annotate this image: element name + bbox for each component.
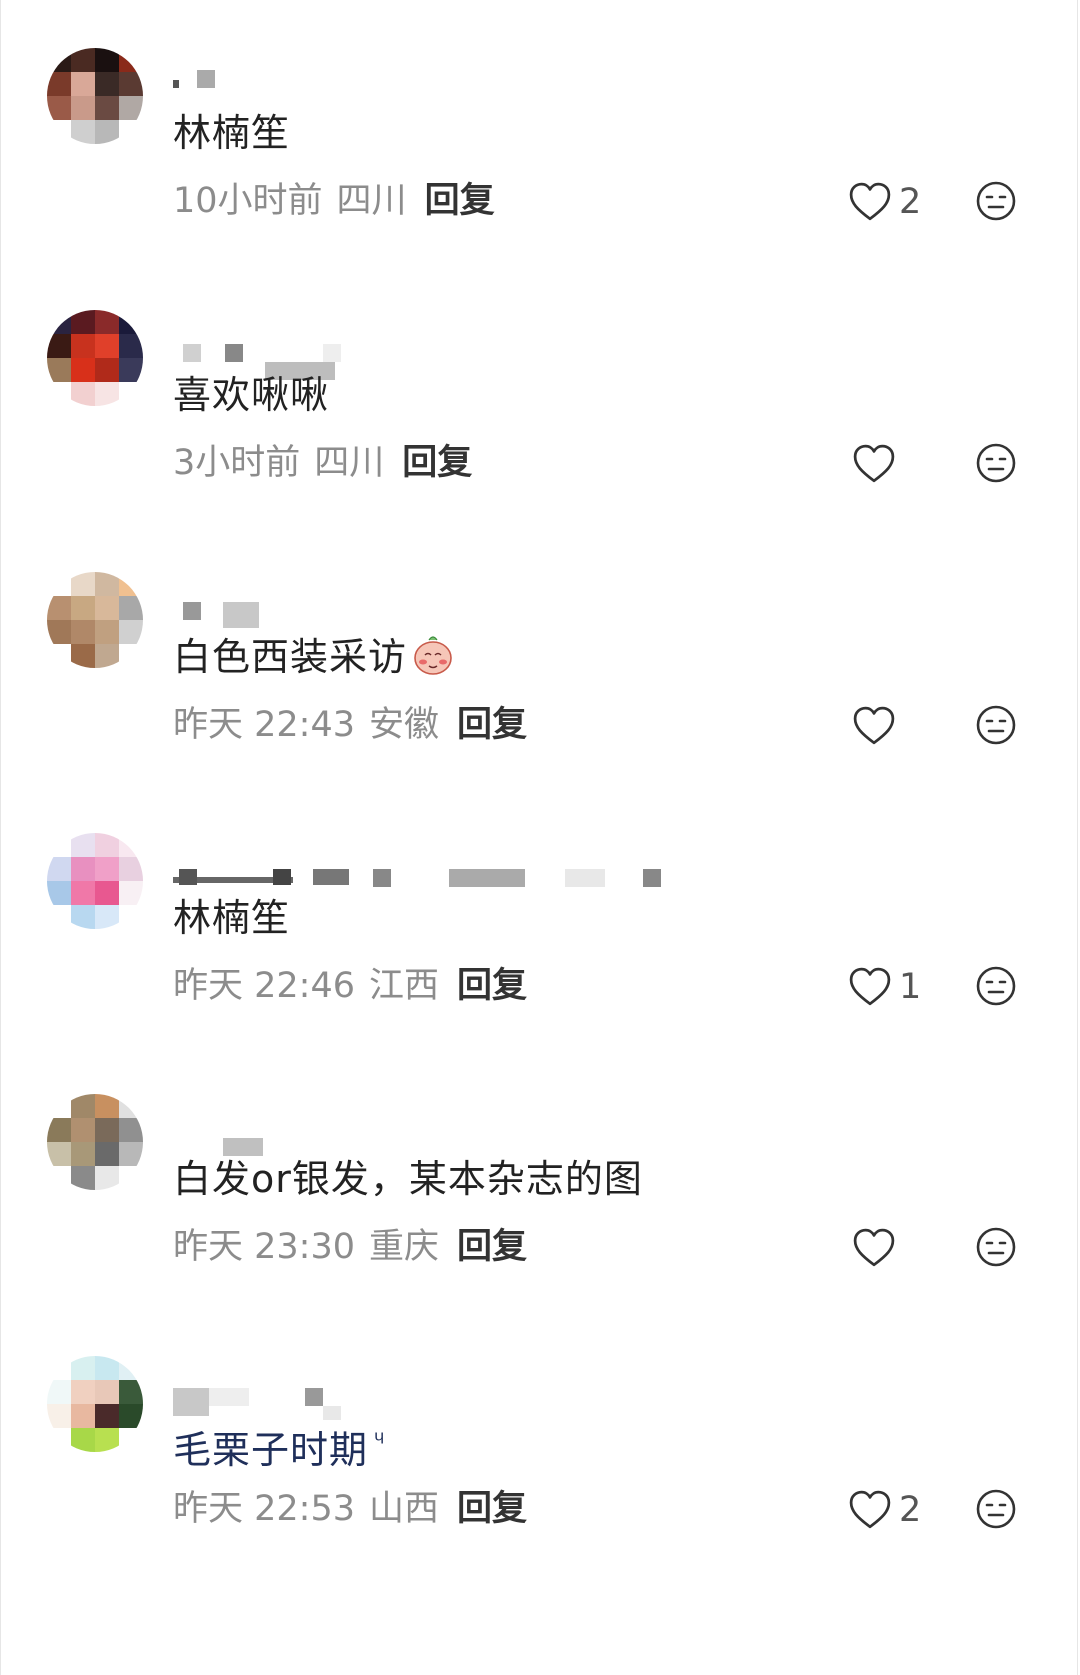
comment-text: 白发or银发，某本杂志的图 [173,1157,643,1201]
comment-item: 喜欢啾啾 3小时前 四川 回复 [1,310,1077,560]
comment-region: 重庆 [369,1227,440,1267]
neutral-face-icon[interactable] [975,180,1017,222]
comment-item: 毛栗子时期 ᶣ 昨天 22:53 山西 回复 2 [1,1356,1077,1606]
heart-outline-icon [853,444,895,483]
username-redacted[interactable] [173,594,733,628]
avatar[interactable] [47,1094,143,1190]
heart-outline-icon [853,1228,895,1267]
comment-time: 昨天 23:30 [173,1227,355,1267]
comment-region: 四川 [336,181,407,221]
reply-button[interactable]: 回复 [457,966,527,1006]
neutral-face-icon[interactable] [975,965,1017,1007]
username-redacted[interactable] [173,855,733,887]
username-redacted[interactable] [173,1378,733,1420]
avatar[interactable] [47,1356,143,1452]
like-count: 1 [899,967,922,1007]
reply-button[interactable]: 回复 [402,443,472,483]
reply-button[interactable]: 回复 [457,1489,527,1529]
like-button[interactable] [853,1226,903,1270]
like-button[interactable]: 2 [849,180,921,224]
comment-meta: 昨天 22:53 山西 回复 [173,1486,527,1532]
avatar[interactable] [47,833,143,929]
heart-outline-icon [849,967,891,1006]
heart-outline-icon [849,182,891,221]
like-button[interactable] [853,704,903,748]
comment-text: 毛栗子时期 ᶣ [173,1426,386,1472]
comment-meta: 3小时前 四川 回复 [173,440,472,486]
reply-button[interactable]: 回复 [457,1227,527,1267]
heart-outline-icon [849,1490,891,1529]
comment-item: 白色西装采访 昨天 22:43 安徽 回复 [1,572,1077,822]
reply-button[interactable]: 回复 [425,181,495,221]
comment-time: 昨天 22:43 [173,705,355,745]
username-redacted[interactable] [173,70,733,98]
comment-text: 白色西装采访 [173,632,455,682]
comment-region: 江西 [369,966,440,1006]
blushing-peach-sticker [414,636,452,675]
trailing-mark: ᶣ [374,1426,386,1456]
comment-item: 林楠笙 昨天 22:46 江西 回复 1 [1,833,1077,1083]
avatar[interactable] [47,572,143,668]
reply-button[interactable]: 回复 [457,705,527,745]
comment-item: 林楠笙 10小时前 四川 回复 2 [1,48,1077,298]
comment-meta: 昨天 23:30 重庆 回复 [173,1224,527,1270]
like-count: 2 [899,1490,922,1530]
like-count: 2 [899,182,922,222]
like-button[interactable]: 1 [849,965,921,1009]
avatar[interactable] [47,310,143,406]
comment-time: 3小时前 [173,443,301,483]
neutral-face-icon[interactable] [975,1226,1017,1268]
heart-outline-icon [853,706,895,745]
comment-text: 林楠笙 [173,111,291,155]
like-button[interactable] [853,442,903,486]
comment-time: 10小时前 [173,181,323,221]
comment-region: 四川 [314,443,385,483]
neutral-face-icon[interactable] [975,704,1017,746]
comment-region: 安徽 [369,705,440,745]
comment-meta: 昨天 22:46 江西 回复 [173,963,527,1009]
avatar[interactable] [47,48,143,144]
comment-text: 喜欢啾啾 [173,373,330,417]
like-button[interactable]: 2 [849,1488,921,1532]
username-redacted[interactable] [173,332,733,380]
username-redacted[interactable] [173,1116,733,1156]
comment-item: 白发or银发，某本杂志的图 昨天 23:30 重庆 回复 [1,1094,1077,1344]
comment-list: 林楠笙 10小时前 四川 回复 2 喜欢啾啾 3小时前 四川 回复 白色西装采访… [0,0,1078,1675]
comment-region: 山西 [369,1489,440,1529]
neutral-face-icon[interactable] [975,442,1017,484]
comment-meta: 昨天 22:43 安徽 回复 [173,702,527,748]
comment-text: 林楠笙 [173,896,291,940]
neutral-face-icon[interactable] [975,1488,1017,1530]
comment-time: 昨天 22:53 [173,1489,355,1529]
comment-meta: 10小时前 四川 回复 [173,178,495,224]
comment-time: 昨天 22:46 [173,966,355,1006]
